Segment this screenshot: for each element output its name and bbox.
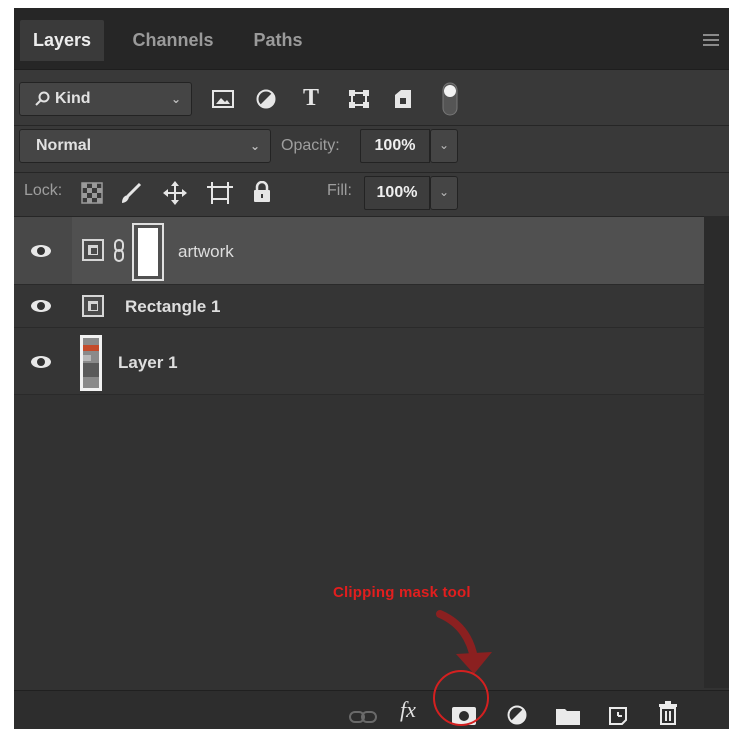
image-thumbnail-icon[interactable] (80, 335, 102, 391)
layer-row-artwork[interactable]: artwork (14, 217, 704, 285)
panel-menu-icon[interactable] (703, 34, 719, 49)
lock-position-icon[interactable] (163, 181, 187, 205)
chevron-down-icon: ⌄ (439, 185, 450, 199)
kind-filter-dropdown[interactable]: Kind ⌄ (19, 82, 192, 116)
link-layers-icon[interactable] (349, 704, 377, 729)
annotation-highlight-circle (433, 670, 489, 726)
visibility-eye-icon[interactable] (31, 300, 51, 312)
fill-input[interactable]: 100% (364, 176, 430, 210)
search-icon (35, 91, 50, 106)
smart-object-thumbnail-icon[interactable] (82, 295, 104, 317)
layers-bottom-toolbar: fx (14, 690, 729, 729)
smart-object-filter-icon[interactable] (394, 89, 412, 109)
adjustment-layer-icon[interactable] (507, 702, 527, 728)
layer-row-layer-1[interactable]: Layer 1 (14, 328, 704, 395)
panel-tab-bar: Layers Channels Paths (14, 8, 729, 70)
lock-image-icon[interactable] (120, 182, 142, 204)
fill-label: Fill: (327, 182, 352, 199)
tab-paths[interactable]: Paths (238, 20, 318, 61)
chevron-down-icon: ⌄ (170, 92, 181, 106)
filter-row: Kind ⌄ T (14, 70, 729, 126)
image-filter-icon[interactable] (212, 90, 234, 108)
new-layer-icon[interactable] (609, 703, 627, 729)
opacity-input[interactable]: 100% (360, 129, 430, 163)
layer-name-layer-1[interactable]: Layer 1 (118, 353, 178, 373)
fill-slider-button[interactable]: ⌄ (430, 176, 458, 210)
annotation-arrow-icon (436, 610, 492, 674)
mask-link-icon[interactable] (112, 239, 126, 263)
lock-transparent-icon[interactable] (81, 182, 103, 204)
opacity-slider-button[interactable]: ⌄ (430, 129, 458, 163)
lock-artboard-icon[interactable] (207, 181, 233, 205)
lock-row: Lock: Fill: 100% ⌄ (14, 173, 729, 217)
tab-channels[interactable]: Channels (114, 20, 232, 61)
layer-name-artwork[interactable]: artwork (178, 242, 234, 262)
layers-scrollbar[interactable] (704, 216, 729, 688)
blend-row: Normal ⌄ Opacity: 100% ⌄ (14, 126, 729, 173)
shape-filter-icon[interactable] (348, 89, 370, 109)
fx-icon[interactable]: fx (400, 697, 416, 723)
filter-toggle-icon[interactable] (442, 82, 458, 116)
visibility-eye-icon[interactable] (31, 245, 51, 257)
mask-fill (138, 228, 158, 276)
blend-mode-value: Normal (36, 137, 92, 154)
blend-mode-dropdown[interactable]: Normal ⌄ (19, 129, 271, 163)
annotation-label: Clipping mask tool (333, 584, 471, 601)
trash-icon[interactable] (658, 700, 678, 726)
visibility-eye-icon[interactable] (31, 356, 51, 368)
layer-highlight (72, 217, 704, 284)
chevron-down-icon: ⌄ (439, 138, 450, 152)
tab-layers[interactable]: Layers (20, 20, 104, 61)
layers-panel: Layers Channels Paths Kind ⌄ T Normal ⌄ … (14, 8, 729, 729)
lock-all-icon[interactable] (253, 181, 271, 203)
layer-mask-thumbnail[interactable] (132, 223, 164, 281)
smart-object-thumbnail-icon[interactable] (82, 239, 104, 261)
layer-row-rectangle-1[interactable]: Rectangle 1 (14, 285, 704, 328)
adjustment-filter-icon[interactable] (256, 89, 276, 109)
group-folder-icon[interactable] (556, 703, 580, 729)
lock-label: Lock: (24, 182, 63, 199)
opacity-label: Opacity: (281, 137, 340, 154)
type-filter-icon[interactable]: T (303, 85, 319, 112)
layer-name-rectangle-1[interactable]: Rectangle 1 (125, 297, 220, 317)
kind-label: Kind (55, 90, 91, 107)
chevron-down-icon: ⌄ (249, 139, 260, 153)
